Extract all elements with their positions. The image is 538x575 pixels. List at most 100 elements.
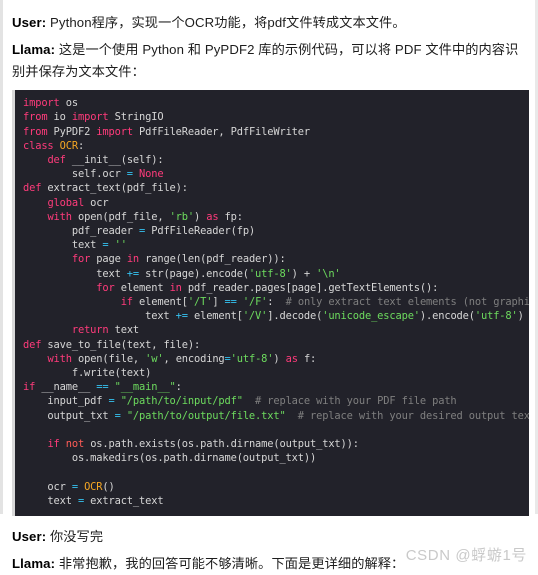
code-token: as [206, 210, 219, 223]
code-token: global [47, 196, 85, 209]
code-token: 'utf-8' [248, 267, 292, 280]
code-token: == [224, 295, 237, 308]
code-token: f.write(text) [23, 366, 152, 379]
speaker-label: Llama: [12, 556, 56, 572]
code-block-container: import os from io import StringIO from P… [12, 90, 529, 517]
code-token: PdfFileReader(fp) [145, 224, 256, 237]
python-code-block[interactable]: import os from io import StringIO from P… [15, 96, 529, 508]
message-llama-1: Llama: 这是一个使用 Python 和 PyPDF2 库的示例代码，可以将… [12, 39, 525, 82]
code-token: if [47, 438, 60, 450]
code-token: pdf_reader [23, 224, 140, 237]
message-text: 这是一个使用 Python 和 PyPDF2 库的示例代码，可以将 PDF 文件… [12, 42, 519, 79]
code-token: : [267, 295, 286, 308]
code-token: 'utf-8' [230, 352, 274, 365]
code-token: output_txt [23, 409, 115, 422]
code-token: : [175, 381, 182, 394]
code-token: element[ [132, 295, 188, 308]
code-token: io [47, 111, 72, 124]
code-token: save_to_file(text, file): [41, 338, 201, 351]
code-token: text [108, 324, 140, 337]
code-token: def [23, 182, 42, 195]
speaker-label: User: [12, 15, 47, 30]
conversation-top: User: Python程序，实现一个OCR功能，将pdf文件转成文本文件。 L… [3, 0, 535, 82]
code-token: 'rb' [169, 210, 195, 223]
code-token: '/F' [242, 295, 268, 308]
code-token: range(len(pdf_reader)): [139, 253, 286, 266]
code-token: ) + [291, 267, 317, 280]
conversation-bottom: User: 你没写完 Llama: 非常抱歉，我的回答可能不够清晰。下面是更详细… [3, 516, 535, 575]
code-token: os [59, 97, 78, 110]
code-token: os.makedirs(os.path.dirname(output_txt)) [23, 452, 317, 465]
code-token: in [126, 253, 140, 266]
code-token: "__main__" [114, 381, 176, 394]
code-token: def [23, 338, 42, 351]
message-text: 你没写完 [46, 529, 104, 545]
code-token: text [23, 267, 127, 280]
code-token: , encoding [163, 352, 225, 365]
code-token: ).encode( [419, 310, 475, 323]
code-token: for [71, 253, 91, 266]
code-token: 'w' [145, 352, 164, 365]
code-token: OCR [59, 139, 78, 152]
code-token: f: [297, 352, 317, 365]
code-token: with [47, 210, 72, 223]
code-token: __name__ [35, 381, 97, 394]
code-token: element [114, 281, 170, 294]
code-token: text [23, 239, 103, 252]
code-token: '/T' [187, 295, 213, 308]
code-token: in [169, 281, 182, 294]
code-token: ) + [517, 310, 524, 323]
message-text: Python程序，实现一个OCR功能，将pdf文件转成文本文件。 [46, 15, 406, 30]
code-token: input_pdf [23, 395, 109, 408]
code-token: self.ocr [23, 168, 127, 181]
code-token: import [71, 111, 109, 124]
code-token: text [23, 310, 176, 323]
code-token: os.path.exists(os.path.dirname(output_tx… [84, 438, 359, 450]
code-token: extract_text(pdf_file): [41, 182, 188, 195]
code-token: ocr [23, 480, 72, 493]
code-token: page [90, 253, 127, 266]
code-token: # only extract text elements (not graphi… [285, 295, 529, 308]
code-token: def [47, 153, 66, 166]
code-token: "/path/to/input/pdf" [120, 395, 243, 408]
speaker-label: Llama: [12, 42, 56, 58]
code-token: if [120, 295, 133, 308]
message-llama-2: Llama: 非常抱歉，我的回答可能不够清晰。下面是更详细的解释： [12, 553, 525, 574]
code-token: "/path/to/output/file.txt" [126, 409, 286, 422]
code-token: open(pdf_file, [71, 210, 170, 223]
code-token: element[ [187, 310, 243, 323]
code-token: PdfFileReader, PdfFileWriter [132, 125, 311, 138]
code-token: str(page).encode( [139, 267, 249, 280]
code-token: ocr [84, 196, 109, 209]
code-token: class [23, 139, 54, 152]
code-token: '/V' [242, 310, 268, 323]
code-token: open(file, [71, 352, 146, 365]
code-token: OCR [84, 480, 103, 493]
code-token: () [102, 480, 115, 493]
code-token: ) [273, 352, 286, 365]
code-token: += [126, 267, 140, 280]
code-token: 'unicode_escape' [322, 310, 420, 323]
message-text: 非常抱歉，我的回答可能不够清晰。下面是更详细的解释： [55, 556, 405, 572]
code-token: None [139, 168, 164, 181]
code-token: pdf_reader.pages[page].getTextElements()… [181, 281, 439, 294]
message-user-2: User: 你没写完 [12, 526, 525, 547]
code-token: return [71, 324, 109, 337]
code-token: : [77, 139, 85, 152]
code-token: with [47, 352, 72, 365]
code-token: '\n' [316, 267, 341, 280]
code-token: '' [114, 239, 127, 252]
code-token: # replace with your desired output text … [297, 409, 529, 422]
code-token: for [96, 281, 115, 294]
